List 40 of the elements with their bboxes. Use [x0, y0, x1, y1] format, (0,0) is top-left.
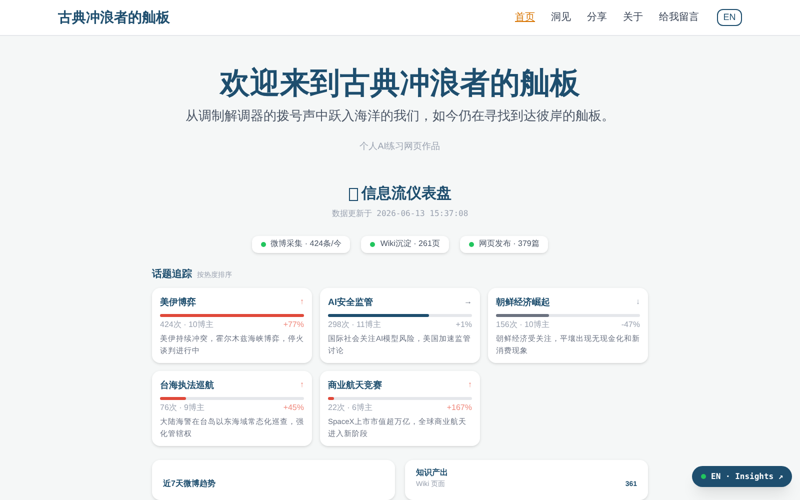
- topic-change: +1%: [456, 319, 472, 331]
- topic-stats: 156次 · 10博主: [496, 319, 550, 331]
- source-label: 网页发布 · 379篇: [478, 238, 540, 250]
- nav-link[interactable]: 给我留言: [659, 10, 699, 25]
- topic-change: -47%: [621, 319, 640, 331]
- update-timestamp: 数据更新于 2026-06-13 15:37:08: [332, 208, 468, 220]
- topic-name: 台海执法巡航: [160, 378, 214, 392]
- dashboard-icon: [348, 188, 358, 201]
- nav-link[interactable]: 分享: [587, 10, 607, 25]
- dashboard-title: 信息流仪表盘: [362, 184, 452, 204]
- trend-arrow: ↑: [468, 379, 472, 392]
- topic-change: +45%: [283, 402, 304, 414]
- hero-subtitle: 从调制解调器的拨号声中跃入海洋的我们，如今仍在寻找到达彼岸的舢板。: [186, 107, 614, 125]
- topic-name: 美伊博弈: [160, 296, 196, 308]
- topic-name: AI安全监管: [328, 296, 373, 308]
- site-logo[interactable]: 古典冲浪者的舢板: [58, 7, 170, 28]
- trend-arrow: ↓: [636, 296, 640, 308]
- topic-stats: 22次 · 6博主: [328, 402, 372, 414]
- topic-change: +77%: [283, 319, 304, 331]
- source-label: Wiki沉淀 · 261页: [380, 238, 440, 250]
- language-button[interactable]: EN: [717, 9, 742, 26]
- topic-change: +167%: [446, 402, 472, 414]
- trend-arrow: →: [464, 296, 472, 308]
- section-title: 话题追踪: [152, 268, 192, 282]
- topic-name: 商业航天竞赛: [328, 378, 382, 392]
- hero-note: 个人AI练习网页作品: [360, 140, 440, 152]
- topic-name: 朝鲜经济崛起: [496, 296, 550, 308]
- trend-arrow: ↑: [300, 379, 304, 392]
- topic-stats: 298次 · 11博主: [328, 319, 381, 331]
- trend-arrow: ↑: [300, 296, 304, 308]
- topic-stats: 76次 · 9博主: [160, 402, 204, 414]
- topic-stats: 424次 · 10博主: [160, 319, 214, 331]
- insights-button[interactable]: EN · Insights ↗: [692, 466, 792, 487]
- nav-link[interactable]: 关于: [623, 10, 643, 25]
- hero-title: 欢迎来到古典冲浪者的舢板: [220, 66, 580, 102]
- nav-link[interactable]: 洞见: [551, 10, 571, 25]
- source-label: 微博采集 · 424条/今: [270, 238, 342, 250]
- card-title: 近7天微博趋势: [163, 478, 216, 488]
- insights-label: EN · Insights ↗: [711, 470, 784, 482]
- card-title: 知识产出: [416, 466, 449, 478]
